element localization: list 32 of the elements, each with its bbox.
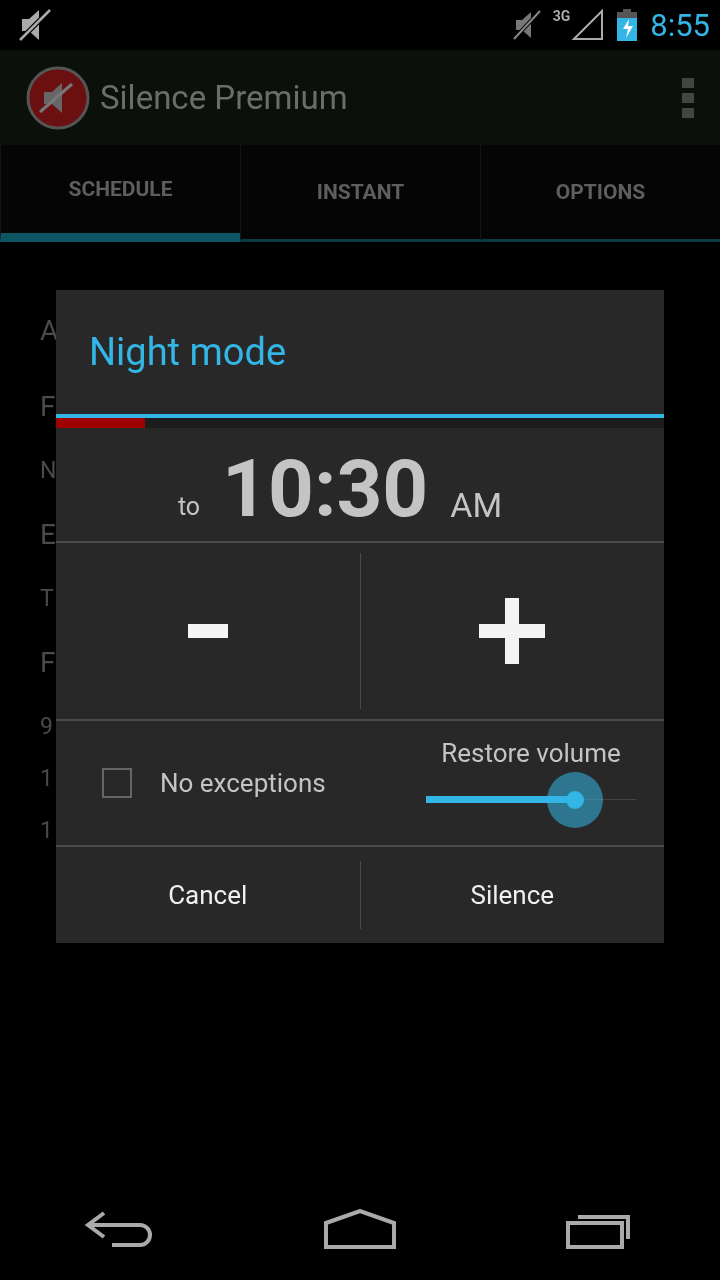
tab[interactable]: INSTANT	[240, 145, 480, 242]
list-text: A	[40, 312, 56, 349]
list-text: 9	[40, 711, 54, 742]
time-value: 10:30	[222, 449, 429, 529]
list-text: N	[40, 455, 56, 486]
muted-speaker-icon	[18, 8, 54, 42]
dialog-button[interactable]: Cancel	[56, 847, 360, 943]
app-title: Silence Premium	[100, 78, 349, 117]
list-text: 1	[40, 815, 54, 846]
app-logo-icon	[26, 65, 90, 130]
list-text: E	[40, 516, 56, 553]
plus-icon	[479, 598, 546, 664]
list-text: F	[40, 388, 56, 425]
list-text: F	[40, 644, 56, 681]
home-button[interactable]	[323, 1209, 397, 1249]
signal-icon	[572, 9, 605, 41]
slider-label: Restore volume	[441, 738, 621, 768]
clock: 8:55	[650, 6, 710, 44]
checkbox[interactable]	[102, 768, 132, 798]
tab[interactable]: OPTIONS	[480, 145, 720, 242]
tab[interactable]: SCHEDULE	[0, 145, 240, 242]
time-period: AM	[450, 485, 503, 527]
battery-charging-icon	[616, 9, 639, 41]
muted-speaker-icon	[512, 10, 541, 40]
time-prefix: to	[177, 492, 201, 523]
back-button[interactable]	[84, 1209, 155, 1249]
checkbox-label: No exceptions	[160, 768, 326, 798]
dialog-button[interactable]: Silence	[359, 861, 664, 929]
list-text: 1	[40, 763, 54, 794]
list-text: T	[40, 583, 55, 614]
network-type-label: 3G	[552, 8, 571, 24]
minus-icon	[187, 624, 228, 638]
